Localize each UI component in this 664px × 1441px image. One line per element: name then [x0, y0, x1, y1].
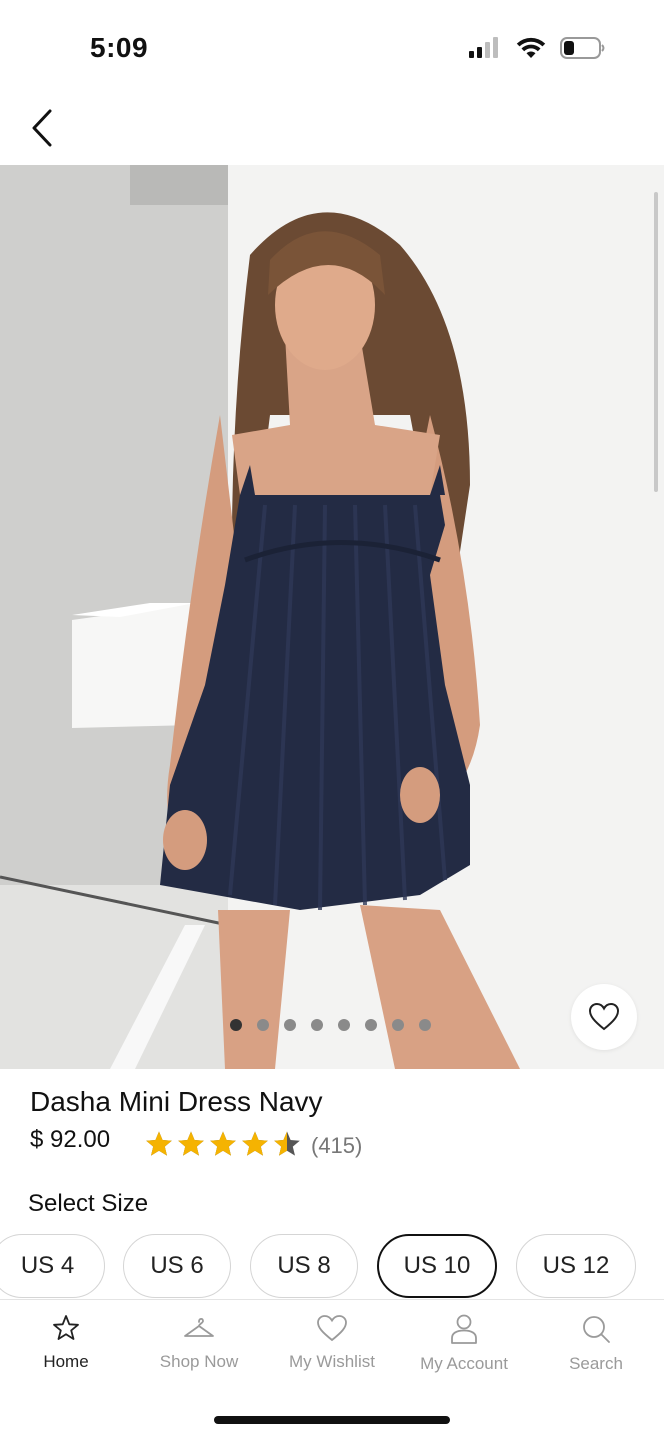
battery-icon: [560, 37, 605, 59]
home-indicator[interactable]: [214, 1416, 450, 1424]
scroll-indicator[interactable]: [654, 192, 658, 492]
back-button[interactable]: [22, 106, 62, 150]
status-bar: 5:09: [0, 0, 664, 100]
heart-icon: [317, 1315, 347, 1342]
rating-stars[interactable]: [145, 1130, 301, 1157]
carousel-dot[interactable]: [230, 1019, 242, 1031]
rating-star-icon: [210, 1131, 236, 1156]
tab-label: Home: [43, 1352, 89, 1371]
rating-star-icon: [146, 1131, 172, 1156]
size-option-us-4[interactable]: US 4: [0, 1234, 105, 1298]
carousel-dot[interactable]: [419, 1019, 431, 1031]
review-count[interactable]: (415): [311, 1133, 362, 1159]
product-photo: [0, 165, 664, 1069]
tab-search[interactable]: Search: [530, 1314, 662, 1374]
carousel-dots: [230, 1019, 431, 1031]
carousel-dot[interactable]: [365, 1019, 377, 1031]
tab-shop-now[interactable]: Shop Now: [133, 1314, 265, 1372]
carousel-dot[interactable]: [257, 1019, 269, 1031]
star-icon: [53, 1315, 79, 1340]
tab-my-account[interactable]: My Account: [398, 1314, 530, 1374]
carousel-dot[interactable]: [338, 1019, 350, 1031]
tab-label: My Account: [420, 1354, 508, 1373]
cellular-signal-icon: [469, 37, 498, 58]
rating-star-icon: [274, 1131, 300, 1156]
heart-icon: [588, 1002, 620, 1031]
status-time: 5:09: [90, 32, 149, 63]
rating-star-icon: [178, 1131, 204, 1156]
size-option-us-8[interactable]: US 8: [250, 1234, 358, 1298]
product-title: Dasha Mini Dress Navy: [30, 1086, 323, 1117]
size-option-us-12[interactable]: US 12: [516, 1234, 636, 1298]
carousel-dot[interactable]: [284, 1019, 296, 1031]
carousel-dot[interactable]: [311, 1019, 323, 1031]
size-option-us-6[interactable]: US 6: [123, 1234, 231, 1298]
carousel-dot[interactable]: [392, 1019, 404, 1031]
tab-my-wishlist[interactable]: My Wishlist: [266, 1314, 398, 1372]
hanger-icon: [184, 1317, 214, 1337]
chevron-left-icon: [32, 109, 52, 147]
add-to-wishlist-button[interactable]: [571, 984, 637, 1050]
product-image-carousel[interactable]: [0, 165, 664, 1069]
tab-label: My Wishlist: [289, 1352, 375, 1371]
tab-label: Shop Now: [159, 1352, 239, 1371]
size-option-us-10[interactable]: US 10: [377, 1234, 497, 1298]
person-icon: [451, 1314, 477, 1344]
tab-home[interactable]: Home: [0, 1314, 132, 1372]
select-size-label: Select Size: [28, 1190, 149, 1217]
status-icons: [468, 36, 606, 60]
wifi-icon: [516, 37, 546, 58]
search-icon: [583, 1316, 610, 1343]
size-selector: US 4 US 6 US 8 US 10 US 12: [0, 1234, 664, 1300]
product-price: $ 92.00: [30, 1126, 111, 1153]
tab-label: Search: [569, 1354, 623, 1373]
rating-star-icon: [242, 1131, 268, 1156]
